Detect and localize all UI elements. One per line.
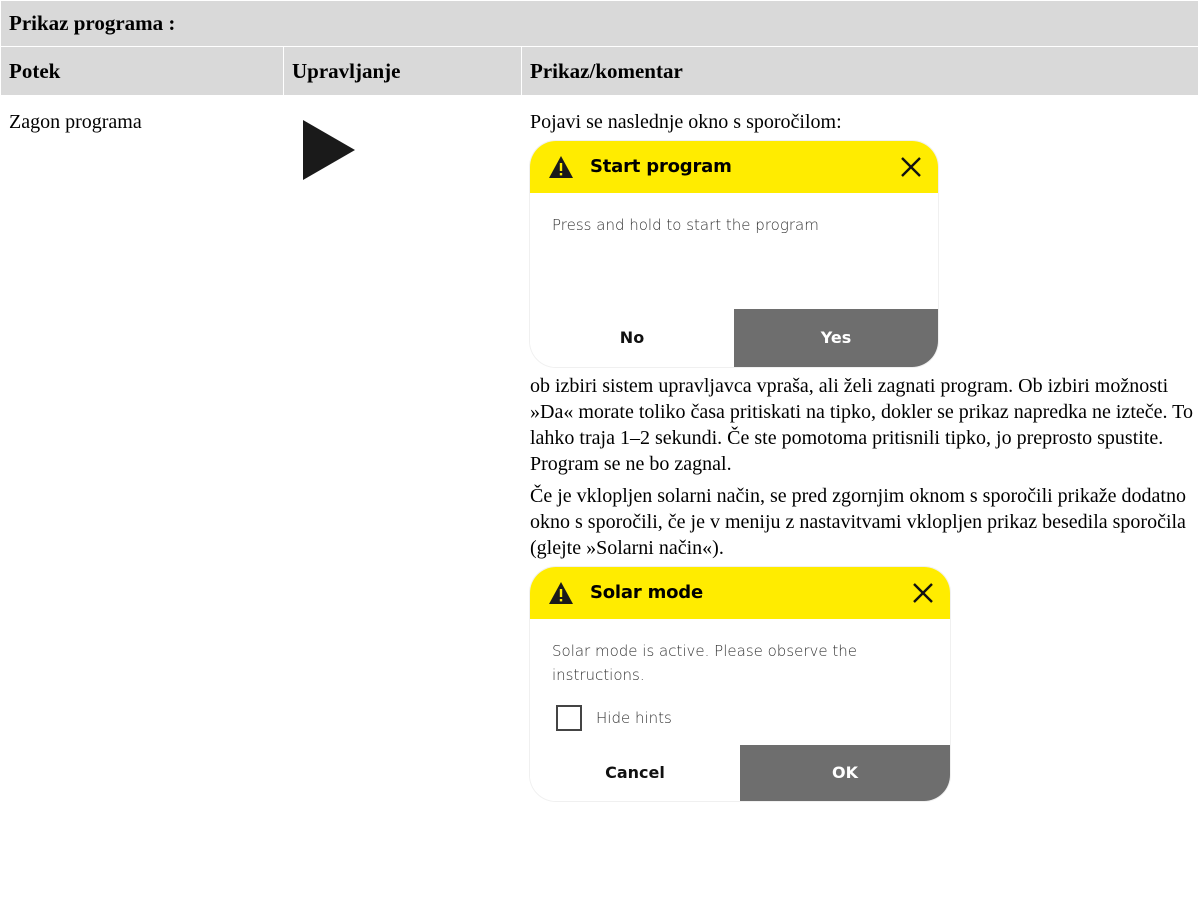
program-display-table: Prikaz programa : Potek Upravljanje Prik… <box>0 0 1198 911</box>
comment-paragraph-1: ob izbiri sistem upravljavca vpraša, ali… <box>530 375 1193 475</box>
cancel-button[interactable]: Cancel <box>530 745 740 801</box>
table-title: Prikaz programa : <box>0 0 1198 47</box>
warning-icon <box>549 582 573 604</box>
comment-cell: Pojavi se naslednje okno s sporočilom: S… <box>521 95 1198 911</box>
header-upravljanje: Upravljanje <box>283 46 522 96</box>
start-program-dialog: Start program Press and hold to start th… <box>530 141 938 367</box>
dialog-buttons: Cancel OK <box>530 745 950 801</box>
header-prikaz-komentar: Prikaz/komentar <box>521 46 1198 96</box>
yes-button[interactable]: Yes <box>734 309 938 367</box>
ok-button[interactable]: OK <box>740 745 950 801</box>
play-icon <box>303 120 355 180</box>
header-potek: Potek <box>0 46 284 96</box>
hide-hints-row[interactable]: Hide hints <box>552 705 928 731</box>
dialog-body: Solar mode is active. Please observe the… <box>530 619 950 731</box>
dialog-message: Press and hold to start the program <box>552 216 819 234</box>
hide-hints-label: Hide hints <box>596 709 672 727</box>
comment-paragraph-2: Če je vklopljen solarni način, se pred z… <box>530 485 1186 559</box>
solar-mode-dialog: Solar mode Solar mode is active. Please … <box>530 567 950 801</box>
comment-intro: Pojavi se naslednje okno s sporočilom: <box>530 111 842 133</box>
dialog-message: Solar mode is active. Please observe the… <box>552 642 858 684</box>
step-label: Zagon programa <box>9 111 142 133</box>
dialog-header: Start program <box>530 141 938 193</box>
hide-hints-checkbox[interactable] <box>556 705 582 731</box>
dialog-header: Solar mode <box>530 567 950 619</box>
dialog-title: Start program <box>590 156 732 177</box>
step-cell: Zagon programa <box>0 95 284 911</box>
close-icon[interactable] <box>912 582 934 604</box>
dialog-buttons: No Yes <box>530 309 938 367</box>
warning-icon <box>549 156 573 178</box>
control-cell <box>283 95 522 911</box>
no-button[interactable]: No <box>530 309 734 367</box>
close-icon[interactable] <box>900 156 922 178</box>
dialog-title: Solar mode <box>590 582 704 603</box>
